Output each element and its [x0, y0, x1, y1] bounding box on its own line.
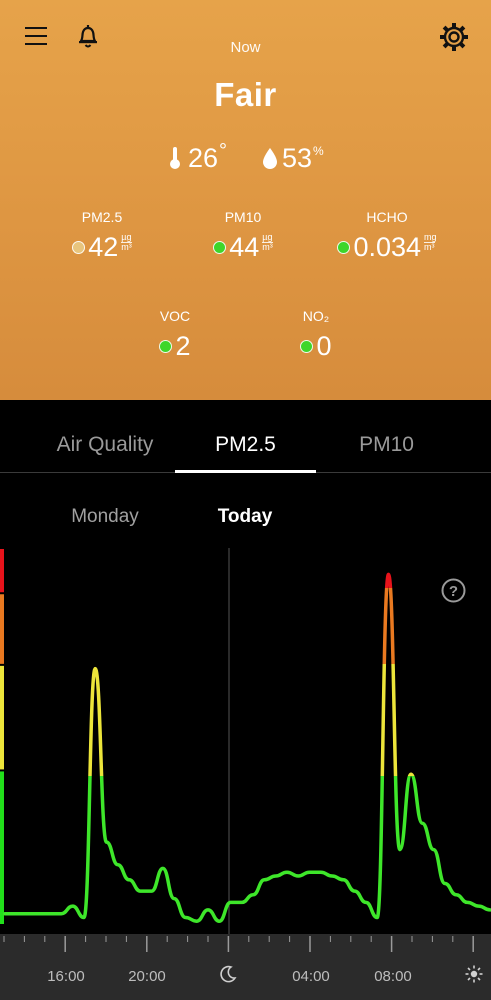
thermometer-icon	[170, 147, 180, 169]
metric-label: PM2.5	[81, 209, 123, 225]
day-monday[interactable]: Monday	[55, 506, 155, 528]
time-label-0800: 08:00	[374, 968, 412, 985]
moon-icon	[220, 965, 237, 983]
humidity-reading: 53 %	[262, 140, 324, 176]
metric-label: NO₂	[302, 308, 330, 324]
temperature-reading: 26 °	[168, 140, 227, 176]
air-quality-status: Fair	[214, 76, 277, 113]
metric-unit: mg m³	[424, 232, 437, 252]
metric-unit: µg m³	[121, 232, 132, 252]
metric-label: HCHO	[366, 209, 408, 225]
aqi-band-unhealthy	[0, 594, 4, 664]
droplet-icon	[263, 148, 277, 169]
day-today[interactable]: Today	[195, 506, 295, 528]
time-axis: 16:00 20:00 04:00 08:00	[0, 934, 491, 1000]
time-label: Now	[230, 39, 261, 56]
aqi-band-scale	[0, 549, 4, 924]
time-label-2000: 20:00	[128, 968, 166, 985]
metric-label: PM10	[224, 209, 262, 225]
svg-text:?: ?	[449, 583, 458, 600]
pm25-series-line	[3, 572, 491, 923]
time-ticks	[3, 936, 474, 952]
status-dot	[300, 339, 314, 353]
status-dot	[159, 339, 173, 353]
time-label-1600: 16:00	[47, 968, 85, 985]
status-dot	[337, 240, 351, 254]
day-selector: Monday Today	[0, 506, 491, 534]
time-label-0400: 04:00	[292, 968, 330, 985]
aqi-band-moderate	[0, 665, 4, 770]
tab-pm10[interactable]: PM10	[316, 400, 457, 473]
aqi-band-very_unhealthy	[0, 549, 4, 593]
metric-value: 2	[175, 331, 191, 361]
metric-value: 0.034	[353, 232, 422, 262]
status-dot	[72, 240, 86, 254]
sun-icon	[465, 965, 483, 983]
temperature-unit: °	[219, 140, 228, 162]
tab-air-quality[interactable]: Air Quality	[30, 400, 180, 473]
summary-header: Now Fair 26 ° 53 % PM2.5 42 µgm³ PM10 4	[0, 0, 491, 400]
active-tab-indicator	[175, 470, 316, 473]
help-icon[interactable]: ?	[441, 578, 466, 603]
humidity-unit: %	[313, 144, 324, 158]
pollutant-tabs: Air Quality PM2.5 PM10	[0, 400, 491, 473]
tab-pm25[interactable]: PM2.5	[175, 400, 316, 473]
humidity-value: 53	[282, 142, 313, 173]
pm25-chart[interactable]	[0, 540, 491, 940]
metric-no2[interactable]: NO₂ 0	[286, 307, 346, 363]
temperature-value: 26	[188, 142, 219, 173]
metric-value: 0	[316, 331, 332, 361]
status-dot	[213, 240, 227, 254]
metric-pm25[interactable]: PM2.5 42 µg m³	[62, 208, 142, 264]
metric-voc[interactable]: VOC 2	[145, 307, 205, 363]
metric-pm10[interactable]: PM10 44 µg m³	[202, 208, 284, 264]
metric-label: VOC	[159, 308, 191, 324]
metric-value: 42	[88, 232, 119, 262]
metric-unit: µg m³	[262, 232, 273, 252]
metric-value: 44	[229, 232, 260, 262]
metric-hcho[interactable]: HCHO 0.034 mg m³	[326, 208, 448, 264]
aqi-band-good	[0, 771, 4, 924]
